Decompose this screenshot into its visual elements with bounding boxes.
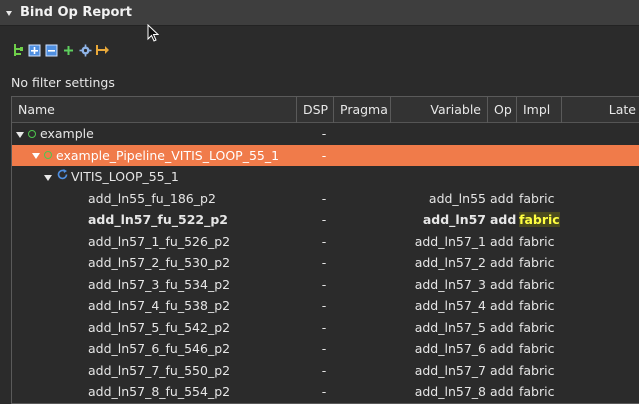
op-cell: add xyxy=(490,298,514,313)
tree-row-root[interactable]: example - xyxy=(12,123,639,145)
op-cell: add xyxy=(490,255,514,270)
dsp-cell: - xyxy=(321,298,327,313)
tree-label: example xyxy=(40,126,94,141)
column-header-latency[interactable]: Late xyxy=(562,97,639,123)
variable-cell: add_ln57_8 xyxy=(414,384,486,399)
impl-cell: fabric xyxy=(519,276,555,292)
status-dot-icon xyxy=(44,151,52,159)
panel-titlebar[interactable]: Bind Op Report xyxy=(0,0,639,26)
variable-cell: add_ln57_7 xyxy=(414,362,486,378)
impl-cell: fabric xyxy=(519,233,555,249)
variable-cell: add_ln57_2 xyxy=(414,255,486,270)
dsp-cell: - xyxy=(321,147,327,163)
variable-cell: add_ln57_1 xyxy=(414,233,486,249)
tree-label: VITIS_LOOP_55_1 xyxy=(71,169,179,184)
table-row[interactable]: add_ln55_fu_186_p2 - add_ln55 add fabric xyxy=(12,188,639,210)
name-cell: add_ln57_4_fu_538_p2 xyxy=(88,298,231,313)
status-dot-icon xyxy=(28,129,36,138)
dsp-cell: - xyxy=(321,212,327,227)
name-cell: add_ln55_fu_186_p2 xyxy=(88,190,216,206)
toolbar xyxy=(10,40,110,60)
name-cell: add_ln57_7_fu_550_p2 xyxy=(88,362,231,378)
table-row[interactable]: add_ln57_2_fu_530_p2 - add_ln57_2 add fabric xyxy=(12,252,639,274)
expand-triangle-icon[interactable] xyxy=(44,174,52,181)
table-row[interactable]: add_ln57_fu_522_p2 - add_ln57 add fabric xyxy=(12,209,639,231)
bind-op-table: Name DSP Pragma Variable Op Impl Late ex… xyxy=(11,96,639,404)
variable-cell: add_ln55 xyxy=(428,190,486,206)
mouse-cursor-icon xyxy=(147,23,160,46)
column-header-op[interactable]: Op xyxy=(488,97,517,123)
variable-cell: add_ln57_4 xyxy=(414,298,486,313)
op-cell: add xyxy=(490,212,517,227)
variable-cell: add_ln57_5 xyxy=(414,319,486,335)
settings-icon[interactable] xyxy=(78,42,93,58)
table-row[interactable]: add_ln57_6_fu_546_p2 - add_ln57_6 add fabric xyxy=(12,338,639,360)
panel-title: Bind Op Report xyxy=(20,5,133,20)
name-cell: add_ln57_fu_522_p2 xyxy=(88,212,228,227)
impl-cell: fabric xyxy=(519,341,555,356)
op-cell: add xyxy=(490,362,514,378)
op-cell: add xyxy=(490,276,514,292)
dsp-cell: - xyxy=(321,319,327,335)
collapse-all-icon[interactable] xyxy=(44,42,59,58)
impl-cell: fabric xyxy=(519,362,555,378)
table-row[interactable]: add_ln57_8_fu_554_p2 - add_ln57_8 add fabric xyxy=(12,381,639,403)
hierarchy-icon[interactable] xyxy=(10,42,25,58)
dsp-cell: - xyxy=(321,362,327,378)
name-cell: add_ln57_6_fu_546_p2 xyxy=(88,341,231,356)
impl-cell: fabric xyxy=(519,209,560,231)
op-cell: add xyxy=(490,233,514,249)
impl-cell: fabric xyxy=(519,190,555,206)
column-header-dsp[interactable]: DSP xyxy=(297,97,334,123)
name-cell: add_ln57_1_fu_526_p2 xyxy=(88,233,231,249)
column-header-name[interactable]: Name xyxy=(12,97,297,123)
op-cell: add xyxy=(490,341,514,356)
column-header-variable[interactable]: Variable xyxy=(391,97,488,123)
dsp-cell: - xyxy=(321,341,327,356)
name-cell: add_ln57_8_fu_554_p2 xyxy=(88,384,231,399)
name-cell: add_ln57_2_fu_530_p2 xyxy=(88,255,231,270)
loop-icon xyxy=(56,166,69,188)
tree-label: example_Pipeline_VITIS_LOOP_55_1 xyxy=(56,147,280,163)
dsp-cell: - xyxy=(321,126,327,141)
dsp-cell: - xyxy=(321,255,327,270)
name-cell: add_ln57_3_fu_534_p2 xyxy=(88,276,231,292)
column-header-impl[interactable]: Impl xyxy=(517,97,562,123)
table-row[interactable]: add_ln57_4_fu_538_p2 - add_ln57_4 add fabric xyxy=(12,295,639,317)
export-icon[interactable] xyxy=(95,42,110,58)
dsp-cell: - xyxy=(321,384,327,399)
op-cell: add xyxy=(490,319,514,335)
column-header-pragma[interactable]: Pragma xyxy=(334,97,391,123)
expand-all-icon[interactable] xyxy=(27,42,42,58)
expand-triangle-icon[interactable] xyxy=(32,153,40,159)
table-row[interactable]: add_ln57_1_fu_526_p2 - add_ln57_1 add fabric xyxy=(12,231,639,253)
dsp-cell: - xyxy=(321,233,327,249)
expand-triangle-icon[interactable] xyxy=(16,131,24,138)
table-body: example - example_Pipeline_VITIS_LOOP_55… xyxy=(12,123,639,403)
variable-cell: add_ln57 xyxy=(422,212,486,227)
op-cell: add xyxy=(490,190,514,206)
table-row[interactable]: add_ln57_7_fu_550_p2 - add_ln57_7 add fabric xyxy=(12,360,639,382)
variable-cell: add_ln57_3 xyxy=(414,276,486,292)
dsp-cell: - xyxy=(321,190,327,206)
variable-cell: add_ln57_6 xyxy=(414,341,486,356)
name-cell: add_ln57_5_fu_542_p2 xyxy=(88,319,231,335)
add-icon[interactable] xyxy=(61,42,76,58)
tree-row-loop[interactable]: VITIS_LOOP_55_1 xyxy=(12,166,639,188)
impl-cell: fabric xyxy=(519,298,555,313)
op-cell: add xyxy=(490,384,514,399)
tree-row-pipeline[interactable]: example_Pipeline_VITIS_LOOP_55_1 - xyxy=(12,144,639,166)
impl-cell: fabric xyxy=(519,319,555,335)
table-header: Name DSP Pragma Variable Op Impl Late xyxy=(12,97,639,123)
impl-cell: fabric xyxy=(519,384,555,399)
table-row[interactable]: add_ln57_3_fu_534_p2 - add_ln57_3 add fabric xyxy=(12,274,639,296)
dsp-cell: - xyxy=(321,276,327,292)
highlighted-impl: fabric xyxy=(519,212,560,227)
impl-cell: fabric xyxy=(519,255,555,270)
table-row[interactable]: add_ln57_5_fu_542_p2 - add_ln57_5 add fabric xyxy=(12,317,639,339)
filter-status: No filter settings xyxy=(11,75,115,90)
collapse-triangle-icon[interactable] xyxy=(6,10,12,16)
